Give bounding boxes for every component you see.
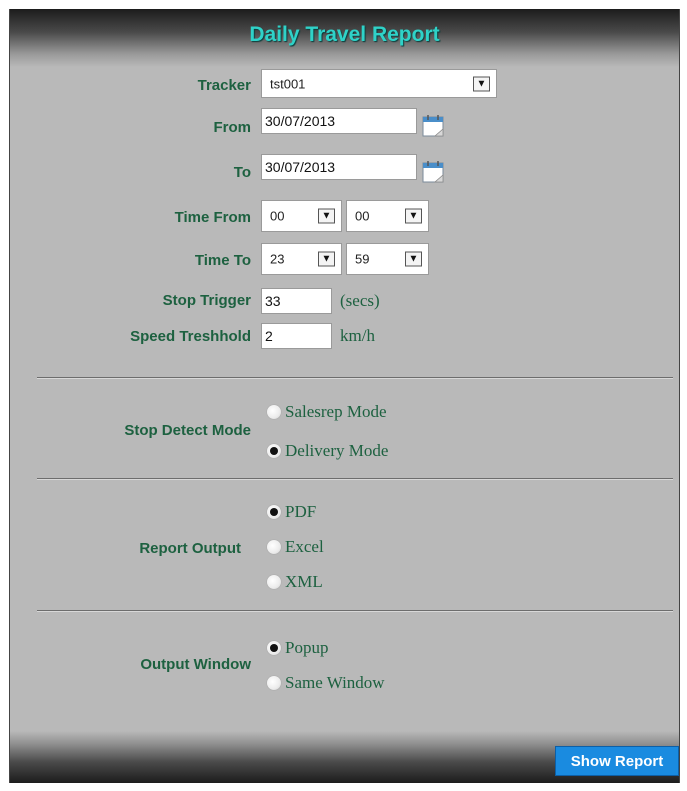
speed-threshold-unit: km/h [340,326,375,345]
stop-trigger-unit: (secs) [340,291,380,310]
delivery-mode-label: Delivery Mode [285,441,389,460]
chevron-down-icon: ▼ [318,251,335,267]
time-to-minute-select[interactable]: 59 ▼ [346,243,429,275]
report-panel: Daily Travel Report Tracker tst001 ▼ Fro… [9,9,680,783]
time-from-hour-select[interactable]: 00 ▼ [261,200,342,232]
to-date-input[interactable]: 30/07/2013 [261,154,417,180]
time-to-minute-value: 59 [355,251,370,267]
pdf-label: PDF [285,502,317,521]
radio-excel[interactable] [267,540,281,554]
time-from-minute-select[interactable]: 00 ▼ [346,200,429,232]
radio-popup[interactable] [267,641,281,655]
tracker-label: Tracker [197,77,251,94]
divider [37,610,673,612]
same-window-label: Same Window [285,673,385,692]
radio-delivery-mode[interactable] [267,444,281,458]
chevron-down-icon: ▼ [473,76,490,91]
chevron-down-icon: ▼ [405,208,422,224]
time-to-hour-select[interactable]: 23 ▼ [261,243,342,275]
stop-trigger-label: Stop Trigger [162,292,251,309]
output-window-label: Output Window [140,656,251,673]
time-from-label: Time From [174,209,251,226]
calendar-icon[interactable] [420,158,446,184]
xml-label: XML [285,572,323,591]
show-report-button[interactable]: Show Report [555,746,679,776]
to-label: To [233,164,251,181]
panel-footer: Show Report [10,731,679,783]
from-date-input[interactable]: 30/07/2013 [261,108,417,134]
calendar-icon[interactable] [420,112,446,138]
speed-threshold-label: Speed Treshhold [130,328,251,345]
stop-trigger-input[interactable]: 33 [261,288,332,314]
radio-salesrep-mode[interactable] [267,405,281,419]
speed-threshold-input[interactable]: 2 [261,323,332,349]
time-from-hour-value: 00 [270,208,285,224]
time-from-minute-value: 00 [355,208,370,224]
page-title: Daily Travel Report [249,23,440,46]
salesrep-mode-label: Salesrep Mode [285,402,387,421]
chevron-down-icon: ▼ [405,251,422,267]
report-output-label: Report Output [139,540,241,557]
radio-pdf[interactable] [267,505,281,519]
tracker-value: tst001 [270,76,306,91]
divider [37,377,673,379]
stop-detect-mode-label: Stop Detect Mode [124,422,251,439]
time-to-hour-value: 23 [270,251,285,267]
excel-label: Excel [285,537,324,556]
divider [37,478,673,480]
radio-same-window[interactable] [267,676,281,690]
panel-header: Daily Travel Report [10,9,679,67]
tracker-select[interactable]: tst001 ▼ [261,69,497,98]
chevron-down-icon: ▼ [318,208,335,224]
time-to-label: Time To [194,252,251,269]
from-label: From [213,119,252,136]
radio-xml[interactable] [267,575,281,589]
popup-label: Popup [285,638,329,657]
